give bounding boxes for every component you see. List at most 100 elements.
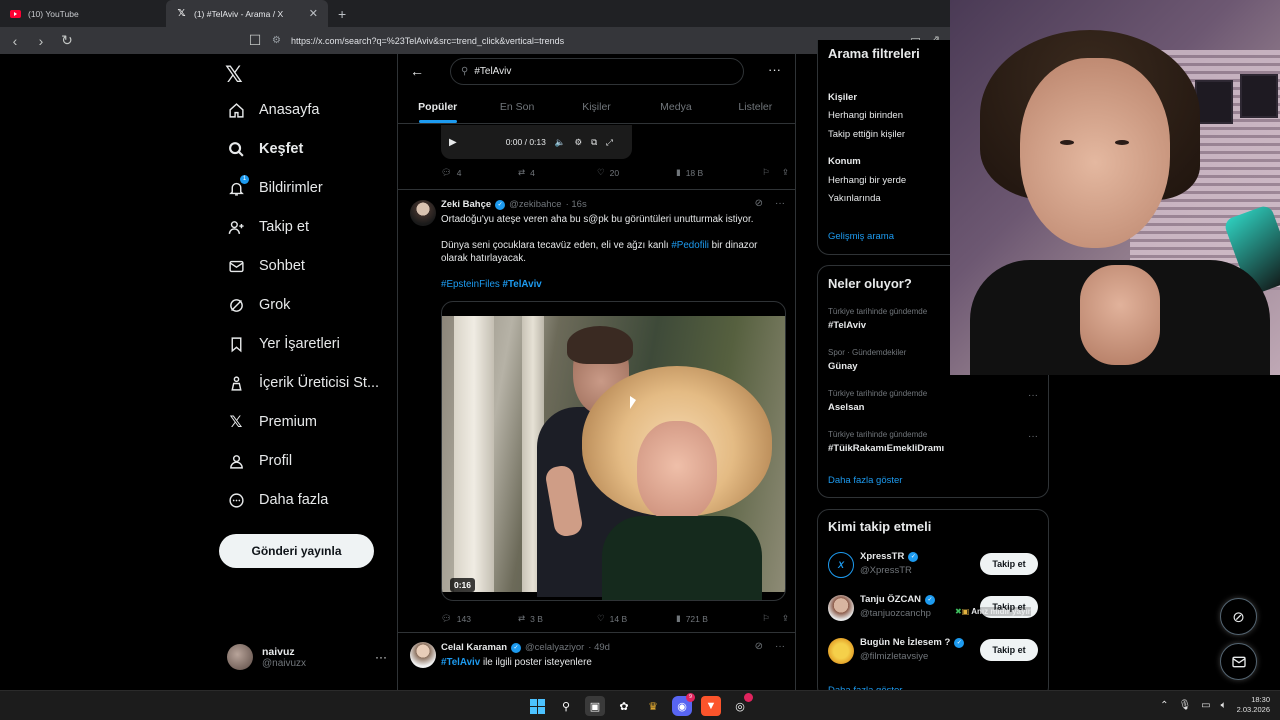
- search-icon[interactable]: ⚲: [556, 696, 576, 716]
- hashtag-link[interactable]: #TelAviv: [503, 279, 542, 290]
- more-icon[interactable]: ···: [1028, 390, 1038, 401]
- author-name[interactable]: Zeki Bahçe: [441, 199, 491, 210]
- bookmark-page-icon[interactable]: ☐: [248, 32, 262, 49]
- more-icon[interactable]: ···: [775, 198, 785, 209]
- follow-name[interactable]: Bugün Ne İzlesem ? ✓: [860, 637, 965, 648]
- filter-option-anyone[interactable]: Herhangi birinden: [828, 110, 903, 121]
- trend-name[interactable]: #TüikRakamıEmekliDramı: [828, 443, 944, 454]
- start-button[interactable]: [527, 696, 547, 716]
- play-icon[interactable]: ▶: [449, 137, 457, 148]
- views-button[interactable]: ▮ 18 B: [676, 167, 760, 178]
- repost-button[interactable]: ⇄ 4: [518, 167, 597, 178]
- avatar[interactable]: [828, 595, 854, 621]
- follow-name[interactable]: XpressTR ✓: [860, 551, 919, 562]
- nav-item-more[interactable]: Daha fazla: [227, 491, 328, 509]
- trend-name[interactable]: Günay: [828, 361, 858, 372]
- grok-icon[interactable]: ⊘: [755, 641, 763, 652]
- reply-button[interactable]: 💬︎ 4: [441, 167, 518, 178]
- brave-icon[interactable]: ▼: [701, 696, 721, 716]
- trend-name[interactable]: Aselsan: [828, 402, 864, 413]
- bookmark-icon[interactable]: ⚐: [762, 167, 770, 178]
- site-info-icon[interactable]: ⚙: [272, 35, 281, 46]
- account-switcher[interactable]: naivuz @naivuzx ···: [227, 644, 387, 670]
- network-icon[interactable]: ▭: [1201, 700, 1210, 711]
- nav-item-bookmarks[interactable]: Yer İşaretleri: [227, 335, 340, 353]
- tab-people[interactable]: Kişiler: [557, 90, 636, 123]
- tab-popular[interactable]: Popüler: [398, 90, 477, 123]
- share-icon[interactable]: ⇪: [782, 613, 789, 624]
- tab-lists[interactable]: Listeler: [716, 90, 795, 123]
- follow-handle[interactable]: @tanjuozcanchp: [860, 608, 931, 619]
- share-icon[interactable]: ⇪: [782, 167, 789, 178]
- hashtag-link[interactable]: #Pedofili: [671, 240, 709, 251]
- avatar[interactable]: [410, 642, 436, 668]
- grok-icon[interactable]: ⊘: [755, 198, 763, 209]
- browser-tab-youtube[interactable]: (10) YouTube: [0, 0, 166, 27]
- nav-item-explore[interactable]: Keşfet: [227, 140, 303, 158]
- search-input[interactable]: ⚲ #TelAviv: [450, 58, 744, 85]
- close-tab-icon[interactable]: ✕: [309, 7, 318, 20]
- browser-tab-x[interactable]: 𝕏 (1) #TelAviv - Arama / X ✕: [166, 0, 328, 27]
- like-button[interactable]: ♡ 14 B: [597, 613, 676, 624]
- nav-item-creator-studio[interactable]: İçerik Üreticisi St...: [227, 374, 379, 392]
- bookmark-icon[interactable]: ⚐: [762, 613, 770, 624]
- author-handle[interactable]: @celalyaziyor: [525, 642, 584, 653]
- post[interactable]: Celal Karaman ✓ @celalyaziyor · 49d ⊘ ··…: [398, 632, 795, 690]
- chatgpt-icon[interactable]: ✿: [614, 696, 634, 716]
- post-video[interactable]: 0:16: [441, 301, 786, 601]
- avatar[interactable]: [828, 638, 854, 664]
- nav-item-profile[interactable]: Profil: [227, 452, 292, 470]
- volume-icon[interactable]: 🔈: [555, 137, 566, 148]
- reply-button[interactable]: 💬︎ 143: [441, 613, 518, 624]
- pip-icon[interactable]: ⧉: [591, 137, 597, 148]
- follow-button[interactable]: Takip et: [980, 639, 1038, 661]
- microphone-icon[interactable]: 🎙︎: [1178, 700, 1191, 711]
- follow-handle[interactable]: @XpressTR: [860, 565, 912, 576]
- x-logo-icon[interactable]: 𝕏: [225, 62, 243, 88]
- new-tab-button[interactable]: +: [338, 6, 346, 22]
- more-icon[interactable]: ···: [375, 650, 387, 664]
- tab-latest[interactable]: En Son: [477, 90, 556, 123]
- post-time[interactable]: · 16s: [566, 199, 587, 210]
- post[interactable]: Zeki Bahçe ✓ @zekibahce · 16s ⊘ ··· Orta…: [398, 189, 795, 632]
- search-query[interactable]: #TelAviv: [474, 66, 511, 77]
- repost-button[interactable]: ⇄ 3 B: [518, 613, 597, 624]
- filter-option-anywhere[interactable]: Herhangi bir yerde: [828, 175, 906, 186]
- back-arrow-icon[interactable]: ←: [410, 63, 424, 79]
- nav-item-premium[interactable]: 𝕏 Premium: [227, 413, 317, 431]
- task-view-icon[interactable]: ▣: [585, 696, 605, 716]
- avatar[interactable]: [410, 200, 436, 226]
- more-icon[interactable]: ···: [768, 62, 781, 77]
- author-handle[interactable]: @zekibahce: [509, 199, 561, 210]
- advanced-search-link[interactable]: Gelişmiş arama: [828, 231, 894, 242]
- follow-button[interactable]: Takip et: [980, 553, 1038, 575]
- forward-button[interactable]: ›: [34, 33, 48, 49]
- nav-item-chat[interactable]: Sohbet: [227, 257, 305, 275]
- settings-icon[interactable]: ⚙: [574, 137, 582, 148]
- app-icon[interactable]: ♛: [643, 696, 663, 716]
- nav-item-follow[interactable]: Takip et: [227, 218, 309, 236]
- post-time[interactable]: · 49d: [588, 642, 610, 653]
- views-button[interactable]: ▮ 721 B: [676, 613, 760, 624]
- fullscreen-icon[interactable]: ⤢: [606, 137, 613, 148]
- reload-button[interactable]: ↻: [60, 32, 74, 49]
- chevron-up-icon[interactable]: ⌃: [1160, 700, 1168, 711]
- follow-name[interactable]: Tanju ÖZCAN ✓: [860, 594, 936, 605]
- filter-option-near-you[interactable]: Yakınlarında: [828, 193, 881, 204]
- hashtag-link[interactable]: #TelAviv: [441, 657, 480, 668]
- grok-floating-button[interactable]: ⊘: [1220, 598, 1257, 635]
- volume-icon[interactable]: 🔈︎: [1221, 700, 1227, 711]
- nav-item-grok[interactable]: Grok: [227, 296, 290, 314]
- post-button[interactable]: Gönderi yayınla: [219, 534, 374, 568]
- author-name[interactable]: Celal Karaman: [441, 642, 507, 653]
- nav-item-notifications[interactable]: 1 Bildirimler: [227, 175, 323, 197]
- avatar[interactable]: X: [828, 552, 854, 578]
- hashtag-link[interactable]: #EpsteinFiles: [441, 279, 500, 290]
- messages-floating-button[interactable]: [1220, 643, 1257, 680]
- like-button[interactable]: ♡ 20: [597, 167, 676, 178]
- tab-media[interactable]: Medya: [636, 90, 715, 123]
- more-icon[interactable]: ···: [1028, 431, 1038, 442]
- discord-icon[interactable]: ◉ 9: [672, 693, 695, 716]
- trend-name[interactable]: #TelAviv: [828, 320, 866, 331]
- more-icon[interactable]: ···: [775, 641, 785, 652]
